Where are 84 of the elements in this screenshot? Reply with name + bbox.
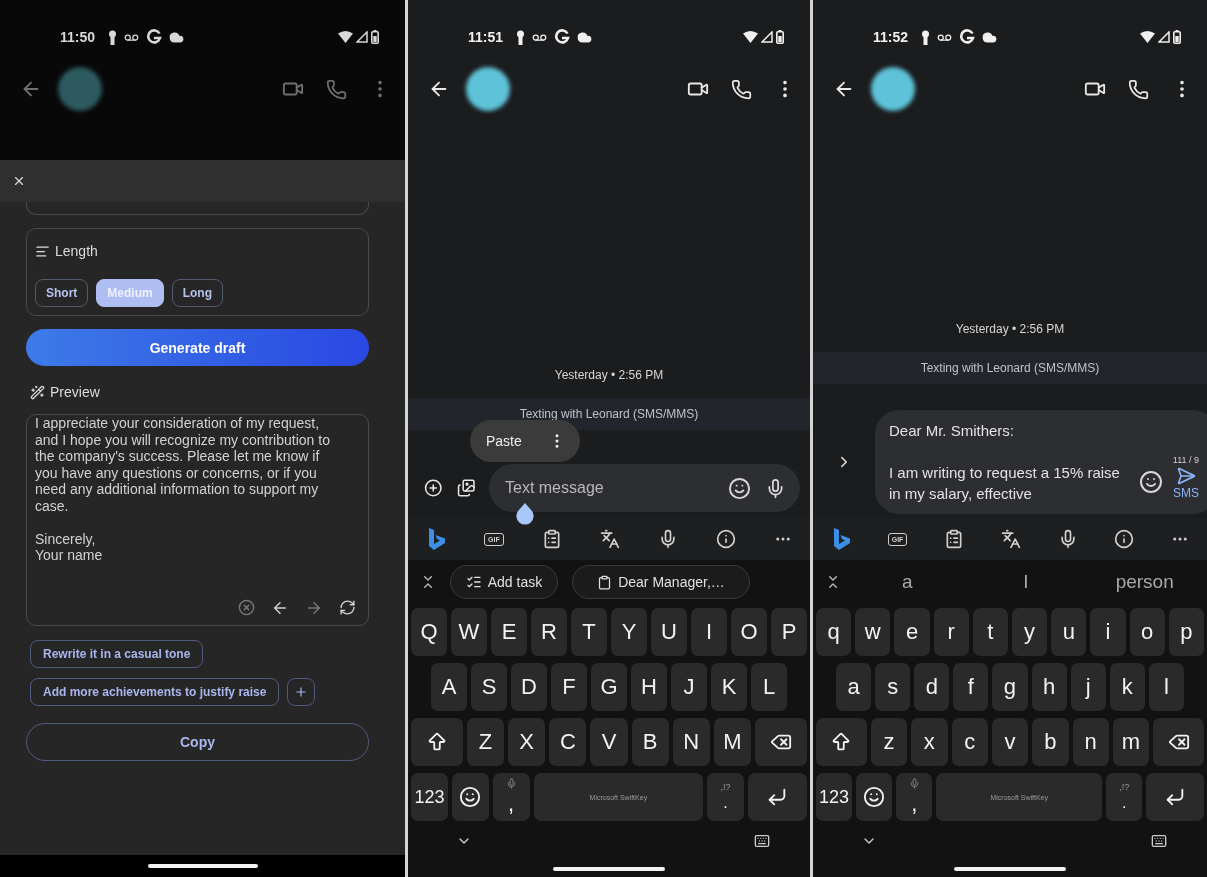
status-time: 11:51 [468, 29, 504, 45]
letter-key[interactable]: V [590, 718, 628, 766]
letter-key[interactable]: M [713, 718, 751, 766]
letter-key[interactable]: w [855, 608, 891, 656]
add-task-chip[interactable]: Add task [450, 565, 558, 599]
prompt-chip[interactable]: Add more achievements to justify raise [30, 678, 280, 706]
letter-key[interactable]: z [870, 718, 908, 766]
letter-key[interactable]: j [1070, 663, 1106, 711]
letter-key[interactable]: e [894, 608, 930, 656]
letter-key[interactable]: o [1129, 608, 1165, 656]
letter-key[interactable]: B [631, 718, 669, 766]
period-key[interactable]: ,!? . [707, 773, 744, 821]
letter-key[interactable]: A [431, 663, 467, 711]
letter-key[interactable]: a [836, 663, 872, 711]
message-field[interactable]: Text message [489, 464, 800, 512]
letter-key[interactable]: i [1090, 608, 1126, 656]
letter-key[interactable]: L [751, 663, 787, 711]
letter-key[interactable]: S [471, 663, 507, 711]
period-key[interactable]: ,!? . [1106, 773, 1143, 821]
letter-key[interactable]: d [914, 663, 950, 711]
letter-key[interactable]: q [816, 608, 852, 656]
letter-key[interactable]: R [531, 608, 567, 656]
letter-key[interactable]: t [972, 608, 1008, 656]
letter-key[interactable]: n [1072, 718, 1109, 766]
letter-key[interactable]: H [631, 663, 667, 711]
letter-key[interactable]: N [672, 718, 710, 766]
preview-label: Preview [50, 384, 100, 400]
length-option[interactable]: Short [35, 279, 89, 307]
comma-key[interactable]: , [896, 773, 933, 821]
letter-key[interactable]: p [1168, 608, 1205, 656]
letter-key[interactable]: Y [611, 608, 647, 656]
letter-key[interactable]: v [991, 718, 1029, 766]
letter-key[interactable]: g [992, 663, 1028, 711]
letter-key[interactable]: P [771, 608, 807, 656]
letter-key[interactable]: x [911, 718, 948, 766]
character-counter: 111 / 9 [1172, 454, 1199, 465]
letter-key[interactable]: G [591, 663, 627, 711]
letter-key[interactable]: X [508, 718, 546, 766]
message-input[interactable]: Text message [503, 478, 714, 498]
letter-key[interactable]: O [731, 608, 767, 656]
word-suggestion[interactable]: I [973, 570, 1079, 594]
send-button[interactable]: SMS [1172, 465, 1199, 500]
status-time: 11:52 [873, 29, 909, 45]
message-field[interactable]: Dear Mr. Smithers: I am writing to request a 15% raise in my salary, effective [889, 412, 1125, 512]
letter-key[interactable]: m [1112, 718, 1150, 766]
letter-key[interactable]: u [1051, 608, 1087, 656]
letter-key[interactable]: C [549, 718, 587, 766]
letter-key[interactable]: f [953, 663, 989, 711]
timestamp: Yesterday • 2:56 PM [955, 322, 1065, 336]
numbers-key[interactable]: 123 [411, 773, 448, 821]
letter-key[interactable]: T [571, 608, 607, 656]
status-time: 11:50 [60, 29, 96, 45]
conversation-banner: Texting with Leonard (SMS/MMS) [408, 398, 810, 430]
letter-key[interactable]: W [451, 608, 487, 656]
letter-key[interactable]: Q [411, 608, 447, 656]
generate-draft-button[interactable]: Generate draft [26, 329, 369, 366]
letter-key[interactable]: E [491, 608, 527, 656]
word-suggestion[interactable]: a [855, 570, 960, 594]
letter-key[interactable]: y [1012, 608, 1048, 656]
draft-text: I appreciate your consideration of my request, and I hope you will recognize my contribution to the company's success. Please let me know if you have any questions or concerns, or if you need any additional information to support my case. Sincerely, Your name [35, 415, 331, 564]
letter-key[interactable]: k [1109, 663, 1145, 711]
letter-key[interactable]: c [951, 718, 988, 766]
clipboard-chip[interactable]: Dear Manager,… [572, 565, 750, 599]
prompt-chip[interactable]: Rewrite it in a casual tone [30, 640, 204, 668]
conversation-banner: Texting with Leonard (SMS/MMS) [813, 352, 1207, 384]
length-label: Length [55, 243, 98, 259]
comma-key[interactable]: , [492, 773, 530, 821]
letter-key[interactable]: F [551, 663, 587, 711]
letter-key[interactable]: Z [467, 718, 505, 766]
length-option[interactable]: Long [171, 279, 223, 307]
letter-key[interactable]: s [875, 663, 911, 711]
letter-key[interactable]: J [671, 663, 707, 711]
letter-key[interactable]: l [1148, 663, 1184, 711]
timestamp: Yesterday • 2:56 PM [554, 368, 664, 382]
letter-key[interactable]: h [1031, 663, 1067, 711]
numbers-key[interactable]: 123 [816, 773, 853, 821]
letter-key[interactable]: K [711, 663, 747, 711]
paste-button[interactable]: Paste [486, 433, 522, 449]
letter-key[interactable]: I [691, 608, 727, 656]
letter-key[interactable]: b [1032, 718, 1069, 766]
word-suggestion[interactable]: person [1092, 570, 1197, 594]
letter-key[interactable]: r [933, 608, 969, 656]
letter-key[interactable]: D [511, 663, 547, 711]
letter-key[interactable]: U [651, 608, 687, 656]
